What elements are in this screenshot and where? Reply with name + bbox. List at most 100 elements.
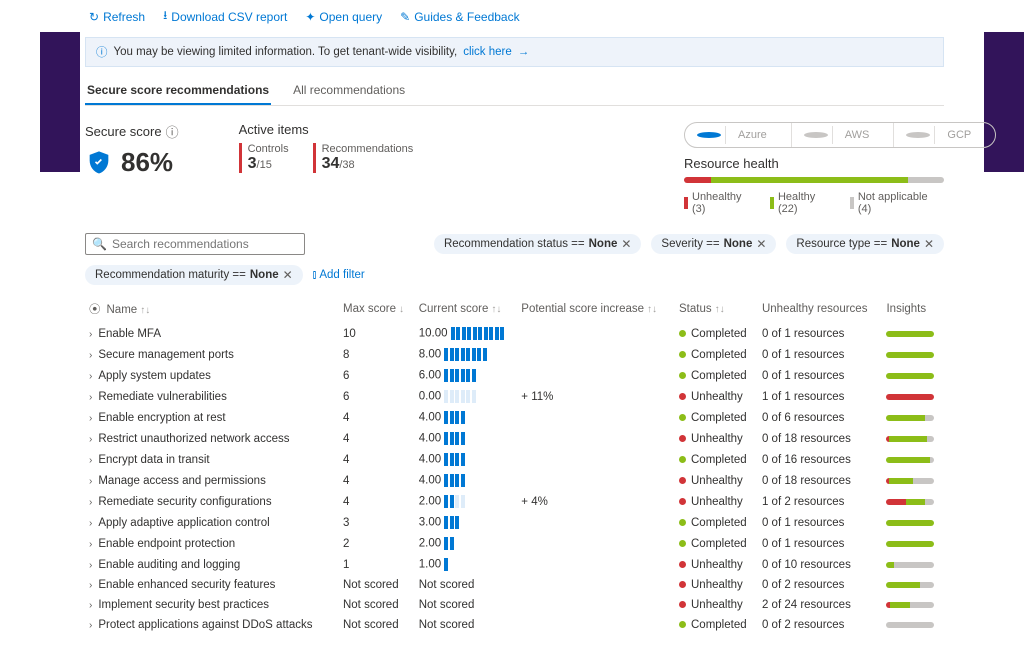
table-row[interactable]: ›Enable enhanced security featuresNot sc… — [85, 575, 944, 595]
chevron-right-icon[interactable]: › — [89, 413, 92, 424]
recommendations-stat: Recommendations 34/38 — [313, 143, 414, 173]
chevron-right-icon[interactable]: › — [89, 455, 92, 466]
info-banner-link[interactable]: click here — [463, 46, 512, 58]
status-dot-icon — [679, 351, 686, 358]
cloud-aws-label: AWS — [832, 126, 882, 144]
row-name: Enable endpoint protection — [98, 538, 235, 550]
row-status: Unhealthy — [691, 579, 743, 591]
chevron-right-icon[interactable]: › — [89, 476, 92, 487]
col-name[interactable]: ⦿ Name↑↓ — [85, 295, 339, 323]
table-row[interactable]: ›Protect applications against DDoS attac… — [85, 615, 944, 635]
col-name-label: Name — [107, 304, 138, 316]
cloud-azure[interactable]: Azure — [685, 123, 791, 147]
download-csv-label: Download CSV report — [171, 10, 287, 24]
table-row[interactable]: ›Encrypt data in transit44.00 Completed0… — [85, 449, 944, 470]
chevron-right-icon[interactable]: › — [89, 329, 92, 340]
row-unhealthy-resources: 1 of 2 resources — [762, 496, 844, 508]
insight-bar — [886, 457, 934, 463]
sort-icon[interactable]: ↑↓ — [715, 304, 725, 315]
filter-type-label: Resource type == — [796, 238, 887, 250]
shield-icon — [85, 149, 113, 177]
insight-bar — [886, 541, 934, 547]
chevron-right-icon[interactable]: › — [89, 497, 92, 508]
insight-bar — [886, 499, 934, 505]
sort-icon[interactable]: ↑↓ — [491, 304, 501, 315]
row-unhealthy-resources: 0 of 1 resources — [762, 538, 844, 550]
insight-bar — [886, 520, 934, 526]
refresh-label: Refresh — [103, 10, 145, 24]
chevron-right-icon[interactable]: › — [89, 434, 92, 445]
status-dot-icon — [679, 601, 686, 608]
filter-chip-type[interactable]: Resource type == None✕ — [786, 234, 944, 254]
person-icon: ✎ — [400, 10, 410, 24]
table-row[interactable]: ›Remediate security configurations42.00 … — [85, 491, 944, 512]
chevron-right-icon[interactable]: › — [89, 560, 92, 571]
col-status[interactable]: Status↑↓ — [675, 295, 758, 323]
score-bar — [444, 369, 476, 382]
row-max-score: 10 — [343, 328, 356, 340]
expand-all-icon[interactable]: ⦿ — [89, 304, 101, 316]
row-name: Manage access and permissions — [98, 475, 265, 487]
table-row[interactable]: ›Implement security best practicesNot sc… — [85, 595, 944, 615]
search-input[interactable]: 🔍 — [85, 233, 305, 255]
chevron-right-icon[interactable]: › — [89, 539, 92, 550]
guides-feedback-button[interactable]: ✎Guides & Feedback — [400, 10, 519, 24]
info-icon[interactable]: ⓘ — [166, 122, 179, 141]
tab-all-recommendations[interactable]: All recommendations — [291, 77, 407, 105]
chevron-right-icon[interactable]: › — [89, 620, 92, 631]
refresh-button[interactable]: ↻Refresh — [89, 10, 145, 24]
filter-chip-severity[interactable]: Severity == None✕ — [651, 234, 776, 254]
table-row[interactable]: ›Apply system updates66.00 Completed0 of… — [85, 365, 944, 386]
col-potential[interactable]: Potential score increase↑↓ — [517, 295, 675, 323]
cloud-gcp[interactable]: GCP — [893, 123, 995, 147]
filter-chip-maturity[interactable]: Recommendation maturity == None✕ — [85, 265, 303, 285]
col-current[interactable]: Current score↑↓ — [415, 295, 518, 323]
chevron-right-icon[interactable]: › — [89, 350, 92, 361]
col-insights[interactable]: Insights — [882, 295, 944, 323]
tab-secure-score[interactable]: Secure score recommendations — [85, 77, 271, 105]
chevron-right-icon[interactable]: › — [89, 371, 92, 382]
resource-health-label: Resource health — [684, 156, 944, 171]
score-bar — [444, 390, 476, 403]
chevron-right-icon[interactable]: › — [89, 518, 92, 529]
insight-bar — [886, 562, 934, 568]
row-current-score: Not scored — [419, 619, 475, 631]
sort-icon[interactable]: ↑↓ — [647, 304, 657, 315]
chevron-right-icon[interactable]: › — [89, 600, 92, 611]
chevron-right-icon[interactable]: › — [89, 392, 92, 403]
open-query-button[interactable]: ✦Open query — [305, 10, 382, 24]
col-status-label: Status — [679, 303, 712, 315]
table-row[interactable]: ›Remediate vulnerabilities60.00 + 11%Unh… — [85, 386, 944, 407]
arrow-right-icon: → — [518, 46, 530, 58]
download-csv-button[interactable]: ⭳Download CSV report — [163, 6, 287, 27]
recommendations-label: Recommendations — [322, 143, 414, 155]
filter-chip-status[interactable]: Recommendation status == None✕ — [434, 234, 641, 254]
close-icon[interactable]: ✕ — [283, 268, 293, 282]
table-row[interactable]: ›Enable endpoint protection22.00 Complet… — [85, 533, 944, 554]
sort-icon[interactable]: ↑↓ — [140, 305, 150, 316]
search-input-field[interactable] — [112, 237, 298, 251]
table-row[interactable]: ›Enable MFA1010.00 Completed0 of 1 resou… — [85, 323, 944, 344]
col-unhealthy[interactable]: Unhealthy resources — [758, 295, 883, 323]
add-filter-button[interactable]: ⫾Add filter — [313, 269, 365, 282]
row-status: Unhealthy — [691, 391, 743, 403]
row-max-score: Not scored — [343, 599, 399, 611]
close-icon[interactable]: ✕ — [756, 237, 766, 251]
row-status: Completed — [691, 517, 747, 529]
chevron-right-icon[interactable]: › — [89, 580, 92, 591]
filter-severity-value: None — [724, 238, 753, 250]
table-row[interactable]: ›Enable encryption at rest44.00 Complete… — [85, 407, 944, 428]
table-row[interactable]: ›Enable auditing and logging11.00 Unheal… — [85, 554, 944, 575]
close-icon[interactable]: ✕ — [621, 237, 631, 251]
row-max-score: 4 — [343, 496, 349, 508]
row-status: Completed — [691, 370, 747, 382]
sort-icon[interactable]: ↓ — [399, 304, 404, 315]
table-row[interactable]: ›Manage access and permissions44.00 Unhe… — [85, 470, 944, 491]
secure-score-block: Secure scoreⓘ 86% — [85, 122, 179, 178]
table-row[interactable]: ›Secure management ports88.00 Completed0… — [85, 344, 944, 365]
cloud-aws[interactable]: AWS — [791, 123, 894, 147]
table-row[interactable]: ›Restrict unauthorized network access44.… — [85, 428, 944, 449]
close-icon[interactable]: ✕ — [924, 237, 934, 251]
col-max[interactable]: Max score↓ — [339, 295, 415, 323]
table-row[interactable]: ›Apply adaptive application control33.00… — [85, 512, 944, 533]
